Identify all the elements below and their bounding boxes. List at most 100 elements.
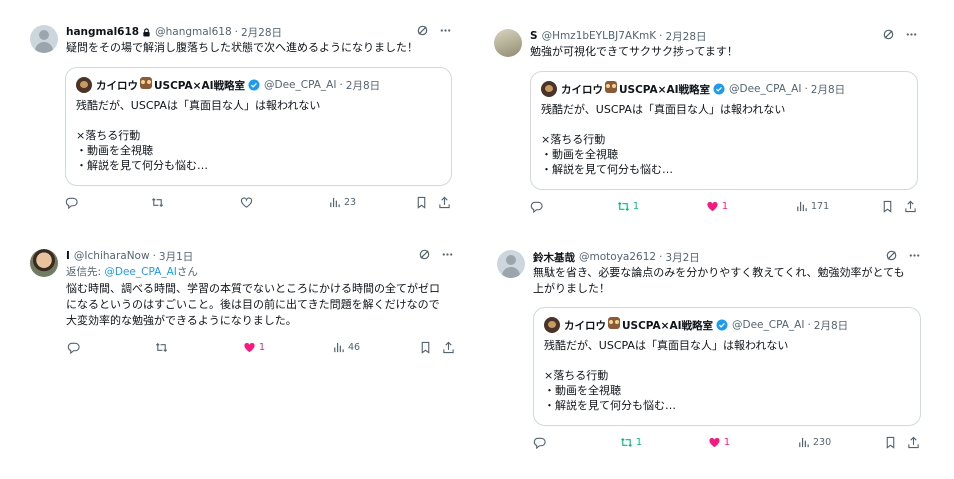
reply-icon [65,197,78,209]
tweet-date[interactable]: 3月2日 [665,250,699,265]
tweet-4[interactable]: 鈴木基哉 @motoya2612 · 3月2日 無駄を省き、必要な論点のみを分か… [497,250,921,460]
reply-button[interactable] [67,341,83,354]
share-icon [908,436,919,449]
tweet-text-line: 悩む時間、調べる時間、学習の本質でないところにかける時間の全てがゼロ [66,282,440,295]
view-count: 46 [348,342,361,353]
quoted-handle: @Dee_CPA_AI [263,79,337,91]
heart-filled-icon [709,437,720,448]
avatar[interactable] [30,249,58,277]
avatar[interactable] [497,250,525,278]
tweet-text-line: 無駄を省き、必要な論点のみを分かりやすく教えてくれ、勉強効率がとても [533,266,905,279]
bookmark-icon [883,200,892,213]
views-button[interactable]: 23 [328,196,356,209]
views-button[interactable]: 230 [797,436,831,449]
share-button[interactable] [442,341,455,354]
author-handle[interactable]: @IchiharaNow [74,250,150,262]
retweet-button[interactable]: 1 [620,436,642,449]
quoted-text-line: ・解説を見て何分も悩む… [76,159,208,172]
bookmark-button[interactable] [419,341,432,354]
grok-icon[interactable] [416,24,429,37]
tweet-3[interactable]: I @IchiharaNow · 3月1日 返信先: @Dee_CPA_AIさん… [30,249,454,359]
action-bar: 1 1 171 [494,200,918,216]
bookmark-button[interactable] [415,196,428,209]
bookmark-button[interactable] [881,200,894,213]
avatar[interactable] [30,25,58,53]
retweet-button[interactable] [155,341,171,354]
grok-icon[interactable] [418,248,431,261]
quoted-text-line: 残酷だが、USCPAは「真面目な人」は報われない [544,339,789,352]
grok-icon[interactable] [885,249,898,262]
author-handle[interactable]: @hangmal618 [155,26,232,38]
bookmark-icon [421,341,430,354]
tweet-text: 疑問をその場で解消し腹落ちした状態で次へ進めるようになりました！ [66,41,418,54]
retweet-icon [155,342,168,353]
quoted-text-line: 残酷だが、USCPAは「真面目な人」は報われない [76,99,321,112]
author-name[interactable]: 鈴木基哉 [533,250,575,265]
share-button[interactable] [907,436,920,449]
retweet-icon [617,201,630,212]
reply-button[interactable] [530,200,546,213]
quoted-avatar [541,81,557,97]
views-button[interactable]: 46 [332,341,360,354]
more-icon[interactable] [908,249,921,262]
quoted-date: 2月8日 [345,79,381,92]
retweet-button[interactable] [151,196,167,209]
retweet-button[interactable]: 1 [617,200,639,213]
quoted-tweet[interactable]: カイロウ USCPA×AI戦略室 @Dee_CPA_AI · 2月8日 残酷だが、… [530,71,918,190]
more-icon[interactable] [905,28,918,41]
quoted-text-line: ×落ちる行動 [541,133,606,146]
share-icon [905,200,916,213]
quoted-text-line: ・解説を見て何分も悩む… [544,399,676,412]
quoted-text-line: ×落ちる行動 [544,369,609,382]
quoted-handle: @Dee_CPA_AI [728,83,802,95]
author-name[interactable]: hangmal618 [66,26,139,38]
author-name[interactable]: I [66,250,70,262]
retweet-count: 1 [636,437,643,448]
like-count: 1 [259,342,266,353]
tweet-text-line: 上がりました！ [533,282,610,295]
share-button[interactable] [438,196,451,209]
quoted-text-line: ×落ちる行動 [76,129,141,142]
tweet-date[interactable]: 2月28日 [665,29,706,44]
action-bar: 23 [30,196,452,212]
retweet-icon [151,197,164,208]
like-button[interactable] [240,196,256,209]
view-count: 171 [811,201,830,212]
tweet-date[interactable]: 3月1日 [159,249,193,264]
grok-icon[interactable] [882,28,895,41]
author-handle[interactable]: @motoya2612 [579,251,656,263]
author-handle[interactable]: @Hmz1bEYLBJ7AKmK [542,30,657,42]
author-name[interactable]: S [530,30,538,42]
verified-badge-icon [248,79,260,91]
views-icon [330,197,340,208]
reply-mention-link[interactable]: @Dee_CPA_AI [104,266,176,278]
share-button[interactable] [904,200,917,213]
like-count: 1 [722,201,729,212]
heart-filled-icon [707,201,718,212]
tweet-1[interactable]: hangmal618 @hangmal618 · 2月28日 疑問をその場で解消… [30,25,452,215]
verified-badge-icon [716,319,728,331]
tweet-text: 悩む時間、調べる時間、学習の本質でないところにかける時間の全てがゼロ になるとい… [66,281,454,329]
share-icon [439,196,450,209]
retweet-count: 1 [633,201,640,212]
quoted-text-line: 残酷だが、USCPAは「真面目な人」は報われない [541,103,786,116]
quoted-tweet[interactable]: カイロウ USCPA×AI戦略室 @Dee_CPA_AI · 2月8日 残酷だが、… [533,307,921,426]
quoted-text-line: ・動画を全視聴 [76,144,153,157]
bookmark-button[interactable] [884,436,897,449]
quoted-tweet[interactable]: カイロウ USCPA×AI戦略室 @Dee_CPA_AI · 2月8日 残酷だが、… [65,67,452,186]
quoted-author-name: カイロウ USCPA×AI戦略室 [96,77,245,93]
reply-button[interactable] [533,436,549,449]
reply-button[interactable] [65,196,81,209]
more-icon[interactable] [441,248,454,261]
views-button[interactable]: 171 [795,200,829,213]
like-button[interactable]: 1 [708,436,730,449]
avatar[interactable] [494,29,522,57]
tweet-date[interactable]: 2月28日 [241,25,282,40]
tweet-2[interactable]: S @Hmz1bEYLBJ7AKmK · 2月28日 勉強が可視化できてサクサク… [494,29,918,219]
like-button[interactable]: 1 [243,341,265,354]
more-icon[interactable] [439,24,452,37]
quoted-avatar [76,77,92,93]
views-icon [797,201,807,212]
like-button[interactable]: 1 [706,200,728,213]
reply-icon [533,437,546,449]
